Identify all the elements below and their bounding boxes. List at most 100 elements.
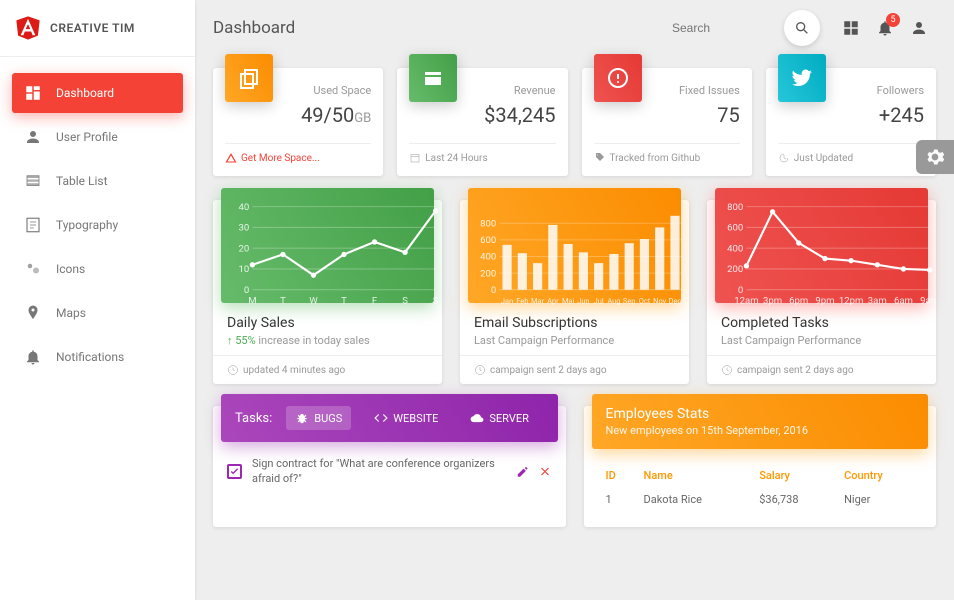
nav-icons[interactable]: Icons bbox=[12, 249, 183, 289]
tasks-card: Tasks: BUGS WEBSITE SERVER Sign contract… bbox=[213, 406, 566, 527]
svg-text:T: T bbox=[341, 296, 347, 307]
svg-text:3pm: 3pm bbox=[763, 296, 782, 307]
chart-title: Completed Tasks bbox=[721, 315, 922, 331]
brand-text: CREATIVE TIM bbox=[50, 21, 135, 35]
person-icon bbox=[24, 128, 42, 146]
stat-fixed-issues: Fixed Issues 75 Tracked from Github bbox=[582, 68, 752, 176]
svg-text:12am: 12am bbox=[734, 296, 758, 307]
svg-text:12pm: 12pm bbox=[839, 296, 864, 307]
nav-label: Icons bbox=[56, 262, 85, 276]
employees-subtitle: New employees on 15th September, 2016 bbox=[606, 424, 915, 437]
svg-text:M: M bbox=[248, 296, 256, 307]
nav-label: Notifications bbox=[56, 350, 124, 364]
chart-title: Email Subscriptions bbox=[474, 315, 675, 331]
account-icon[interactable] bbox=[910, 19, 928, 37]
chart-email-subscriptions: 0200400600800JanFebMarAprMaiJunJulAugSep… bbox=[460, 200, 689, 384]
chart-canvas: 010203040MTWTFSS bbox=[221, 188, 434, 303]
sidebar: CREATIVE TIM Dashboard User Profile Tabl… bbox=[0, 0, 195, 600]
svg-text:Feb: Feb bbox=[516, 297, 528, 306]
store-icon bbox=[409, 54, 457, 102]
stat-footer: Last 24 Hours bbox=[409, 143, 555, 164]
task-checkbox[interactable] bbox=[227, 464, 242, 479]
employees-title: Employees Stats bbox=[606, 406, 915, 422]
col-header: Country bbox=[838, 465, 920, 486]
svg-text:800: 800 bbox=[727, 202, 743, 213]
nav-label: User Profile bbox=[56, 130, 118, 144]
svg-text:Mar: Mar bbox=[531, 297, 545, 306]
notification-badge: 5 bbox=[886, 13, 900, 27]
nav-notifications[interactable]: Notifications bbox=[12, 337, 183, 377]
svg-text:6pm: 6pm bbox=[789, 296, 808, 307]
main-area: Dashboard 5 Used Space 49/50GB Get More … bbox=[195, 0, 954, 600]
chart-footer: updated 4 minutes ago bbox=[213, 355, 442, 384]
stat-used-space: Used Space 49/50GB Get More Space... bbox=[213, 68, 383, 176]
nav-user-profile[interactable]: User Profile bbox=[12, 117, 183, 157]
text-icon bbox=[24, 216, 42, 234]
svg-text:600: 600 bbox=[727, 223, 743, 234]
edit-icon[interactable] bbox=[516, 463, 530, 480]
chart-footer: campaign sent 2 days ago bbox=[460, 355, 689, 384]
task-text: Sign contract for "What are conference o… bbox=[252, 456, 506, 487]
svg-text:800: 800 bbox=[480, 218, 496, 229]
col-header: Name bbox=[638, 465, 752, 486]
svg-text:3am: 3am bbox=[868, 296, 887, 307]
employees-body: ID Name Salary Country 1 Dakota Rice $36… bbox=[584, 449, 937, 527]
svg-text:400: 400 bbox=[727, 243, 743, 254]
update-icon bbox=[778, 152, 790, 164]
table-header-row: ID Name Salary Country bbox=[600, 465, 921, 486]
svg-text:Sep: Sep bbox=[623, 297, 636, 306]
svg-text:S: S bbox=[433, 296, 439, 307]
nav-typography[interactable]: Typography bbox=[12, 205, 183, 245]
tasks-label: Tasks: bbox=[235, 411, 272, 426]
svg-text:Jan: Jan bbox=[501, 297, 513, 306]
nav-list: Dashboard User Profile Table List Typogr… bbox=[0, 57, 195, 393]
topbar: Dashboard 5 bbox=[195, 0, 954, 56]
svg-text:200: 200 bbox=[480, 268, 496, 279]
svg-text:Jul: Jul bbox=[594, 297, 604, 306]
clock-icon bbox=[227, 364, 239, 376]
svg-text:200: 200 bbox=[727, 264, 743, 275]
stat-footer: Just Updated bbox=[778, 143, 924, 164]
charts-row: 010203040MTWTFSS Daily Sales ↑ 55% incre… bbox=[213, 200, 936, 384]
stat-followers: Followers +245 Just Updated bbox=[766, 68, 936, 176]
nav-label: Table List bbox=[56, 174, 108, 188]
svg-text:0: 0 bbox=[738, 285, 743, 296]
svg-text:600: 600 bbox=[480, 235, 496, 246]
stat-footer[interactable]: Get More Space... bbox=[225, 143, 371, 164]
nav-dashboard[interactable]: Dashboard bbox=[12, 73, 183, 113]
task-actions bbox=[516, 463, 552, 480]
svg-text:10: 10 bbox=[238, 264, 249, 275]
tab-bugs[interactable]: BUGS bbox=[286, 406, 351, 430]
list-icon bbox=[24, 172, 42, 190]
chart-completed-tasks: 020040060080012am3pm6pm9pm12pm3am6am9am … bbox=[707, 200, 936, 384]
code-icon bbox=[374, 411, 388, 425]
search-button[interactable] bbox=[784, 10, 820, 46]
tasks-body: Sign contract for "What are conference o… bbox=[213, 442, 566, 501]
svg-text:20: 20 bbox=[238, 243, 249, 254]
svg-text:Nov: Nov bbox=[653, 297, 666, 306]
svg-text:0: 0 bbox=[244, 285, 249, 296]
tasks-header: Tasks: BUGS WEBSITE SERVER bbox=[221, 394, 558, 442]
apps-icon[interactable] bbox=[842, 19, 860, 37]
nav-label: Maps bbox=[56, 306, 86, 320]
nav-maps[interactable]: Maps bbox=[12, 293, 183, 333]
angular-icon bbox=[14, 14, 42, 42]
twitter-icon bbox=[778, 54, 826, 102]
content: Used Space 49/50GB Get More Space... Rev… bbox=[195, 56, 954, 539]
search-input[interactable] bbox=[672, 21, 772, 35]
svg-text:30: 30 bbox=[238, 223, 249, 234]
bottom-row: Tasks: BUGS WEBSITE SERVER Sign contract… bbox=[213, 406, 936, 527]
chart-subtitle: Last Campaign Performance bbox=[721, 334, 922, 347]
tab-server[interactable]: SERVER bbox=[461, 406, 538, 430]
close-icon[interactable] bbox=[538, 463, 552, 480]
nav-table-list[interactable]: Table List bbox=[12, 161, 183, 201]
svg-text:400: 400 bbox=[480, 252, 496, 263]
tab-website[interactable]: WEBSITE bbox=[365, 406, 447, 430]
brand-logo[interactable]: CREATIVE TIM bbox=[0, 0, 195, 57]
notifications-icon[interactable]: 5 bbox=[876, 19, 894, 37]
svg-text:0: 0 bbox=[491, 285, 496, 296]
svg-text:Oct: Oct bbox=[639, 297, 651, 306]
svg-text:9pm: 9pm bbox=[815, 296, 834, 307]
tag-icon bbox=[594, 152, 606, 164]
settings-fab[interactable] bbox=[916, 140, 954, 174]
